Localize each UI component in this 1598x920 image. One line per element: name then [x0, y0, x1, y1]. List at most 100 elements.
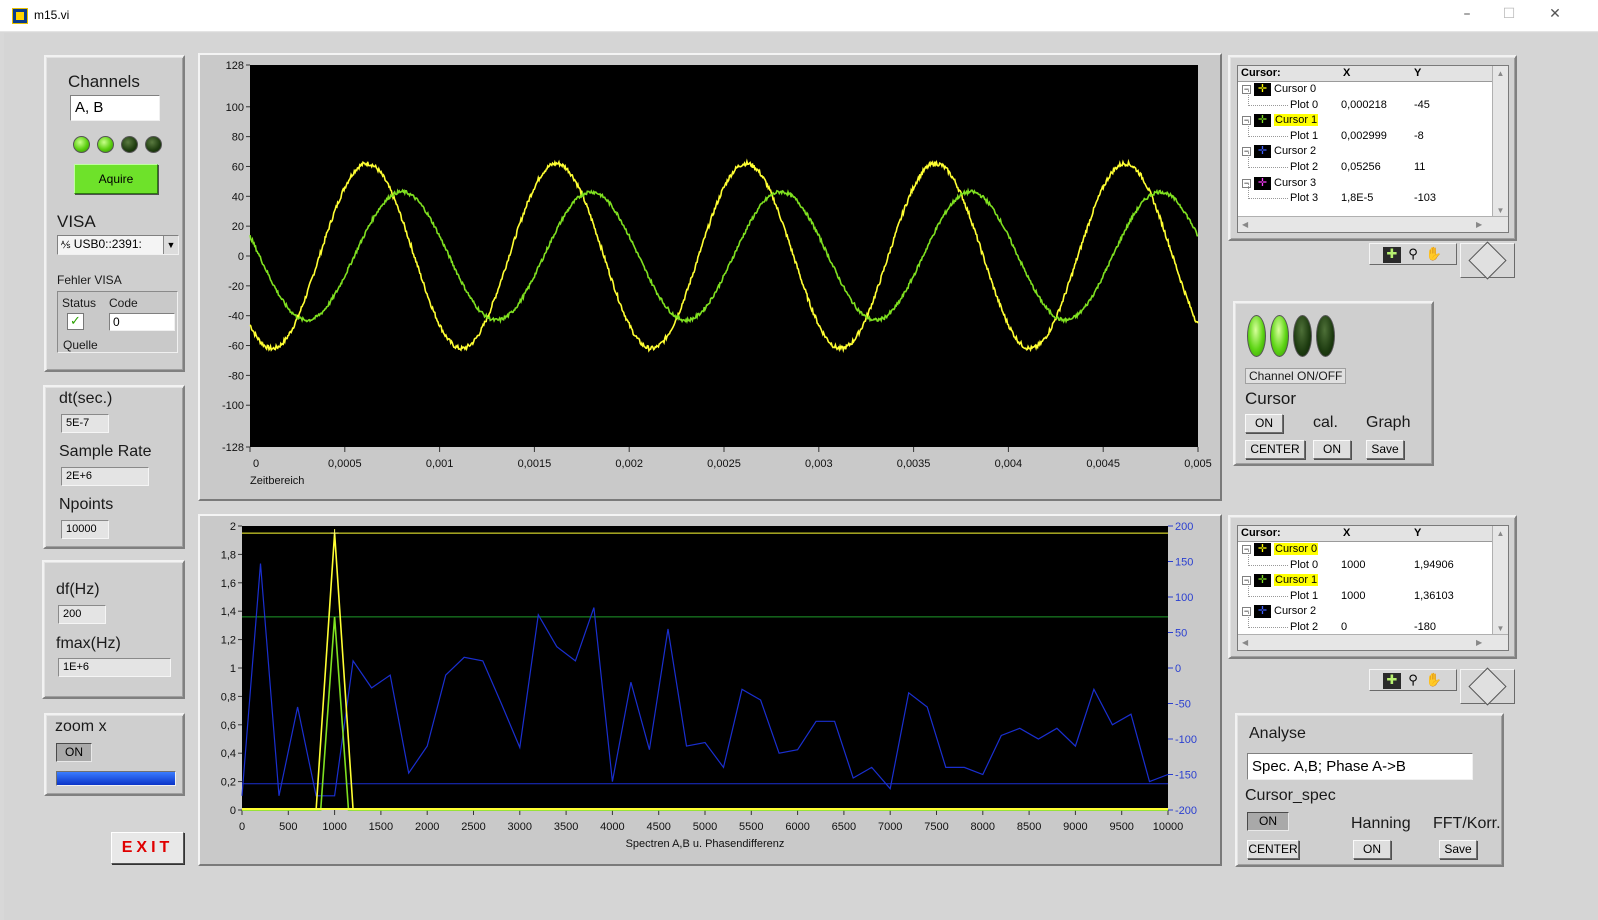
cursor-x-value: 0,002999	[1341, 129, 1387, 142]
minimize-button[interactable]: –	[1452, 6, 1482, 22]
visa-label: VISA	[57, 212, 96, 231]
channel-a-toggle[interactable]	[1247, 315, 1266, 357]
cursor-tool-icon[interactable]: ✚	[1383, 673, 1401, 689]
scroll-left-icon[interactable]: ◀	[1242, 220, 1248, 229]
horizontal-scrollbar[interactable]: ◀ ▶	[1238, 634, 1508, 650]
df-label: df(Hz)	[56, 581, 100, 598]
tree-connector	[1248, 120, 1288, 137]
zoom-on-button[interactable]: ON	[56, 743, 92, 762]
pan-tool-icon[interactable]: ✋	[1425, 673, 1443, 689]
dropdown-arrow-icon[interactable]: ▼	[163, 236, 178, 254]
vertical-scrollbar[interactable]: ▲ ▼	[1492, 66, 1508, 218]
zoom-tool-icon[interactable]: ⚲	[1404, 247, 1422, 263]
exit-button[interactable]: EXIT	[111, 832, 184, 864]
y-tick-label: 0	[230, 805, 236, 817]
cursor-center-button[interactable]: CENTER	[1245, 440, 1305, 459]
scroll-up-icon[interactable]: ▲	[1493, 69, 1508, 78]
cursor-x-value: 1000	[1341, 558, 1366, 571]
analysis-mode-field[interactable]: Spec. A,B; Phase A->B	[1247, 753, 1473, 780]
diamond-move-icon[interactable]	[1468, 241, 1507, 280]
channel-c-toggle[interactable]	[1293, 315, 1312, 357]
cursor-legend-1: Cursor: X Y − ✛ Cursor 0 Plot 0 0,000218 -45−…	[1228, 55, 1517, 241]
x-tick-label: 0	[253, 458, 259, 470]
dt-value: 5E-7	[61, 414, 109, 433]
horizontal-scrollbar[interactable]: ◀ ▶	[1238, 216, 1508, 232]
time-domain-graph[interactable]: 128 100 80 60 40 20 0 -20 -40 -60 -80 -100 -128 0 0,00…	[200, 55, 1220, 499]
x-tick-label: 1000	[322, 821, 346, 833]
y-tick-label: -100	[222, 400, 244, 412]
vertical-scrollbar[interactable]: ▲ ▼	[1492, 526, 1508, 636]
scroll-right-icon[interactable]: ▶	[1476, 220, 1482, 229]
visa-resource-select[interactable]: ⅍ USB0::2391: ▼	[57, 235, 179, 255]
channels-input[interactable]: A, B	[70, 95, 160, 121]
y-tick-label: 128	[226, 60, 244, 72]
cursor-tool-icon[interactable]: ✚	[1383, 247, 1401, 263]
plot-row[interactable]: Plot 0 0,000218 -45	[1238, 89, 1508, 114]
plot-row[interactable]: Plot 2 0,05256 11	[1238, 151, 1508, 176]
fft-save-button[interactable]: Save	[1439, 840, 1477, 859]
scroll-down-icon[interactable]: ▼	[1493, 206, 1508, 215]
plot-row[interactable]: Plot 3 1,8E-5 -103	[1238, 183, 1508, 207]
y-tick-label: 0,4	[221, 748, 236, 760]
zoom-slider[interactable]	[56, 771, 176, 786]
scroll-right-icon[interactable]: ▶	[1476, 638, 1482, 647]
x-tick-label: 5500	[739, 821, 763, 833]
pan-tool-icon[interactable]: ✋	[1425, 247, 1443, 263]
cursor-table-1[interactable]: Cursor: X Y − ✛ Cursor 0 Plot 0 0,000218 -45−…	[1237, 65, 1509, 233]
maximize-button[interactable]: ☐	[1494, 6, 1524, 22]
cursor-spec-on-button[interactable]: ON	[1247, 812, 1289, 831]
scroll-up-icon[interactable]: ▲	[1493, 529, 1508, 538]
error-code-field[interactable]: 0	[109, 313, 175, 331]
y-tick-label: -60	[228, 341, 244, 353]
cursor-x-value: 0,000218	[1341, 98, 1387, 111]
graph-save-button[interactable]: Save	[1366, 440, 1404, 459]
acquire-button[interactable]: Aquire	[74, 164, 158, 194]
channel-b-toggle[interactable]	[1270, 315, 1289, 357]
x-tick-label: 9500	[1109, 821, 1133, 833]
cursor-y-value: -8	[1414, 129, 1424, 142]
channel-d-toggle[interactable]	[1316, 315, 1335, 357]
x-tick-label: 0,0005	[328, 458, 362, 470]
cal-on-button[interactable]: ON	[1313, 440, 1351, 459]
diamond-move-icon[interactable]	[1468, 667, 1507, 706]
x-tick-label: 10000	[1153, 821, 1184, 833]
y-tick-label: 80	[232, 132, 244, 144]
scroll-left-icon[interactable]: ◀	[1242, 638, 1248, 647]
code-label: Code	[109, 296, 138, 310]
cursor-move-pad-1[interactable]	[1460, 241, 1515, 280]
x-tick-label: 9000	[1063, 821, 1087, 833]
plot-row[interactable]: Plot 0 1000 1,94906	[1238, 549, 1508, 574]
cursor-on-button[interactable]: ON	[1245, 414, 1283, 433]
x-tick-label: 0,005	[1184, 458, 1212, 470]
y-tick-label: 100	[226, 102, 244, 114]
plot-row[interactable]: Plot 1 1000 1,36103	[1238, 580, 1508, 605]
spec-center-button[interactable]: CENTER	[1247, 840, 1299, 859]
x-axis-label: Spectren A,B u. Phasendifferenz	[626, 838, 785, 850]
x-tick-label: 0,001	[426, 458, 454, 470]
error-cluster-label: Fehler VISA	[57, 273, 122, 287]
close-button[interactable]: ✕	[1540, 6, 1570, 22]
cursor-table-1-body: − ✛ Cursor 0 Plot 0 0,000218 -45− ✛ Cursor 1 Plo…	[1238, 82, 1508, 207]
x-tick-label: 6000	[785, 821, 809, 833]
y-tick-label: -80	[228, 370, 244, 382]
visa-resource-icon: ⅍	[61, 240, 71, 251]
timing-panel: dt(sec.) 5E-7 Sample Rate 2E+6 Npoints 1…	[43, 385, 185, 549]
y-tick-label: 1,8	[221, 549, 236, 561]
y2-tick-label: -150	[1175, 770, 1197, 782]
cursor-table-2-body: − ✛ Cursor 0 Plot 0 1000 1,94906− ✛ Cursor 1 Plo…	[1238, 542, 1508, 636]
plot-row[interactable]: Plot 1 0,002999 -8	[1238, 120, 1508, 145]
header-cursor: Cursor:	[1241, 527, 1281, 539]
status-check-icon: ✓	[67, 313, 84, 330]
spectrum-graph[interactable]: 21,81,61,41,210,80,60,40,20200150100500-…	[200, 516, 1220, 864]
cursor-table-2[interactable]: Cursor: X Y − ✛ Cursor 0 Plot 0 1000 1,94906−…	[1237, 525, 1509, 651]
y-tick-label: 2	[230, 521, 236, 533]
channel-d-led	[145, 136, 162, 153]
tree-connector	[1248, 183, 1288, 200]
header-cursor: Cursor:	[1241, 67, 1281, 79]
cursor-move-pad-2[interactable]	[1460, 667, 1515, 706]
scroll-down-icon[interactable]: ▼	[1493, 624, 1508, 633]
zoom-tool-icon[interactable]: ⚲	[1404, 673, 1422, 689]
cursor-spec-label: Cursor_spec	[1245, 787, 1336, 804]
x-tick-label: 1500	[369, 821, 393, 833]
hanning-on-button[interactable]: ON	[1353, 840, 1391, 859]
